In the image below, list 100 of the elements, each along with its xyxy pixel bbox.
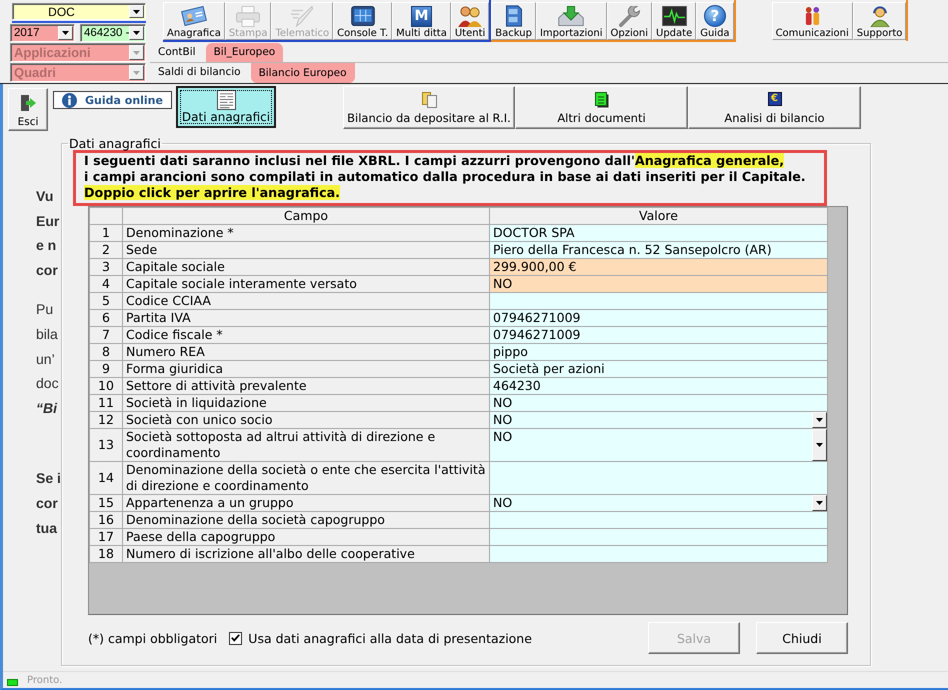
toolbar-button[interactable]: M Multi ditta (392, 2, 451, 40)
caret-icon (816, 501, 823, 505)
dropdown-field[interactable]: NO (490, 494, 828, 512)
row-number: 12 (90, 412, 122, 428)
corner-cell (90, 208, 122, 224)
quill-pen-icon (291, 6, 314, 26)
section-button[interactable]: Altri documenti (515, 86, 688, 129)
tray-arrow-icon (558, 6, 584, 26)
table-cell: Società per azioni (490, 360, 828, 378)
info-icon (62, 92, 77, 108)
table-cell: NO (490, 394, 828, 412)
exit-door-icon (20, 95, 36, 111)
page-text: Eur (36, 212, 60, 231)
footnote: (*) campi obbligatori (88, 630, 218, 646)
help-icon: ? (704, 5, 726, 27)
toolbar-button[interactable]: Opzioni (606, 2, 652, 40)
dropdown-button[interactable] (129, 5, 144, 18)
table-cell: Denominazione * (122, 224, 490, 242)
table-cell: Società sottoposta ad altrui attività di direzione e coordinamento (122, 428, 490, 462)
section-button[interactable]: Dati anagrafici (176, 86, 276, 128)
users-icon (458, 6, 482, 26)
support-agent-icon (868, 5, 892, 27)
page-text: bila (36, 324, 58, 344)
page-text: Pu (36, 300, 54, 320)
table-cell: Società in liquidazione (122, 394, 490, 412)
table-cell: 07946271009 (490, 326, 828, 344)
page-text: cor (36, 494, 58, 513)
page-text: tua (36, 518, 57, 538)
table-cell: Capitale sociale (122, 258, 490, 276)
dropdown-button[interactable] (812, 495, 827, 511)
row-number: 11 (90, 394, 122, 412)
file-cabinet-icon (506, 5, 522, 27)
dropdown-button[interactable] (58, 26, 73, 40)
tab[interactable]: ContBil (150, 43, 204, 62)
column-header: Valore (490, 208, 828, 224)
toolbar-button[interactable]: Anagrafica (163, 2, 225, 40)
row-number: 7 (90, 326, 122, 344)
toolbar-button[interactable]: Update (652, 2, 696, 40)
tab[interactable]: Saldi di bilancio (150, 63, 249, 82)
exit-button[interactable]: Esci (8, 88, 48, 131)
caret-icon (816, 418, 823, 422)
combo-box[interactable]: 2017 (10, 24, 75, 42)
column-header: Campo (122, 208, 490, 224)
page-text: Vu (36, 187, 54, 206)
row-number: 17 (90, 528, 122, 546)
page-text: e n (36, 236, 56, 256)
toolbar-button[interactable]: Supporto (852, 2, 906, 40)
table-cell: Paese della capogruppo (122, 528, 490, 546)
toolbar-button[interactable]: ? Guida (696, 2, 734, 40)
table-cell: Forma giuridica (122, 360, 490, 378)
table-cell: Società con unico socio (122, 412, 490, 428)
monitor-icon (350, 6, 375, 26)
table-cell: Appartenenza a un gruppo (122, 494, 490, 512)
caret-icon (133, 50, 140, 54)
toolbar-button[interactable]: Comunicazioni (772, 2, 853, 40)
dropdown-button[interactable] (812, 429, 827, 461)
toolbar-button[interactable]: Console T. (333, 2, 392, 40)
caret-icon (62, 31, 69, 35)
toolbar-button[interactable]: Utenti (450, 2, 490, 40)
document-lines-icon (216, 90, 236, 110)
toolbar-button[interactable]: Backup (491, 2, 536, 40)
checkbox[interactable] (229, 632, 242, 644)
caret-icon (816, 443, 823, 447)
row-number: 18 (90, 546, 122, 562)
printer-icon (236, 6, 260, 26)
table-cell: 07946271009 (490, 310, 828, 326)
caret-icon (133, 31, 140, 35)
table-cell: Numero REA (122, 344, 490, 360)
table-cell: 299.900,00 € (490, 258, 828, 276)
dropdown-field[interactable]: NO (490, 428, 828, 462)
pulse-monitor-icon (662, 6, 687, 26)
checkbox-label[interactable]: Usa dati anagrafici alla data di presentazione (248, 630, 532, 646)
documents-icon (422, 92, 436, 108)
tab[interactable]: Bilancio Europeo (250, 63, 354, 83)
page-text: cor (36, 260, 58, 280)
status-text: Pronto. (27, 674, 62, 686)
table-cell: DOCTOR SPA (490, 224, 828, 242)
row-number: 10 (90, 378, 122, 394)
section-button[interactable]: € Analisi di bilancio (688, 86, 861, 129)
dropdown-field[interactable]: NO (490, 412, 828, 428)
notice-text: I seguenti dati saranno inclusi nel file XBRL. I campi azzurri provengono dall'Anagrafica generale, i campi arancioni sono compilati in automatico dalla procedura in base ai dati inseriti per il Capitale. Doppio click per aprire l'anagrafica. (84, 153, 806, 201)
tab[interactable]: Bil_Europeo (206, 43, 284, 62)
row-number: 1 (90, 224, 122, 242)
check-icon (231, 634, 240, 642)
row-number: 9 (90, 360, 122, 378)
dropdown-button[interactable] (812, 412, 827, 428)
toolbar-button[interactable]: Importazioni (536, 2, 607, 40)
page-text: doc (36, 374, 59, 394)
dropdown-button[interactable] (129, 26, 144, 40)
section-button[interactable]: Bilancio da depositare al R.I. (343, 86, 515, 129)
combo-box[interactable]: DOC (12, 3, 146, 20)
table-cell: pippo (490, 344, 828, 360)
page-text: un’ (36, 350, 55, 369)
table-cell: Codice fiscale * (122, 326, 490, 344)
combo-box[interactable]: 464230 - (80, 24, 146, 42)
dialog-button[interactable]: Chiudi (756, 622, 848, 654)
row-number: 6 (90, 310, 122, 326)
online-help-button[interactable]: Guida online (53, 91, 172, 109)
table-cell: NO (490, 276, 828, 292)
people-icon (804, 6, 821, 26)
